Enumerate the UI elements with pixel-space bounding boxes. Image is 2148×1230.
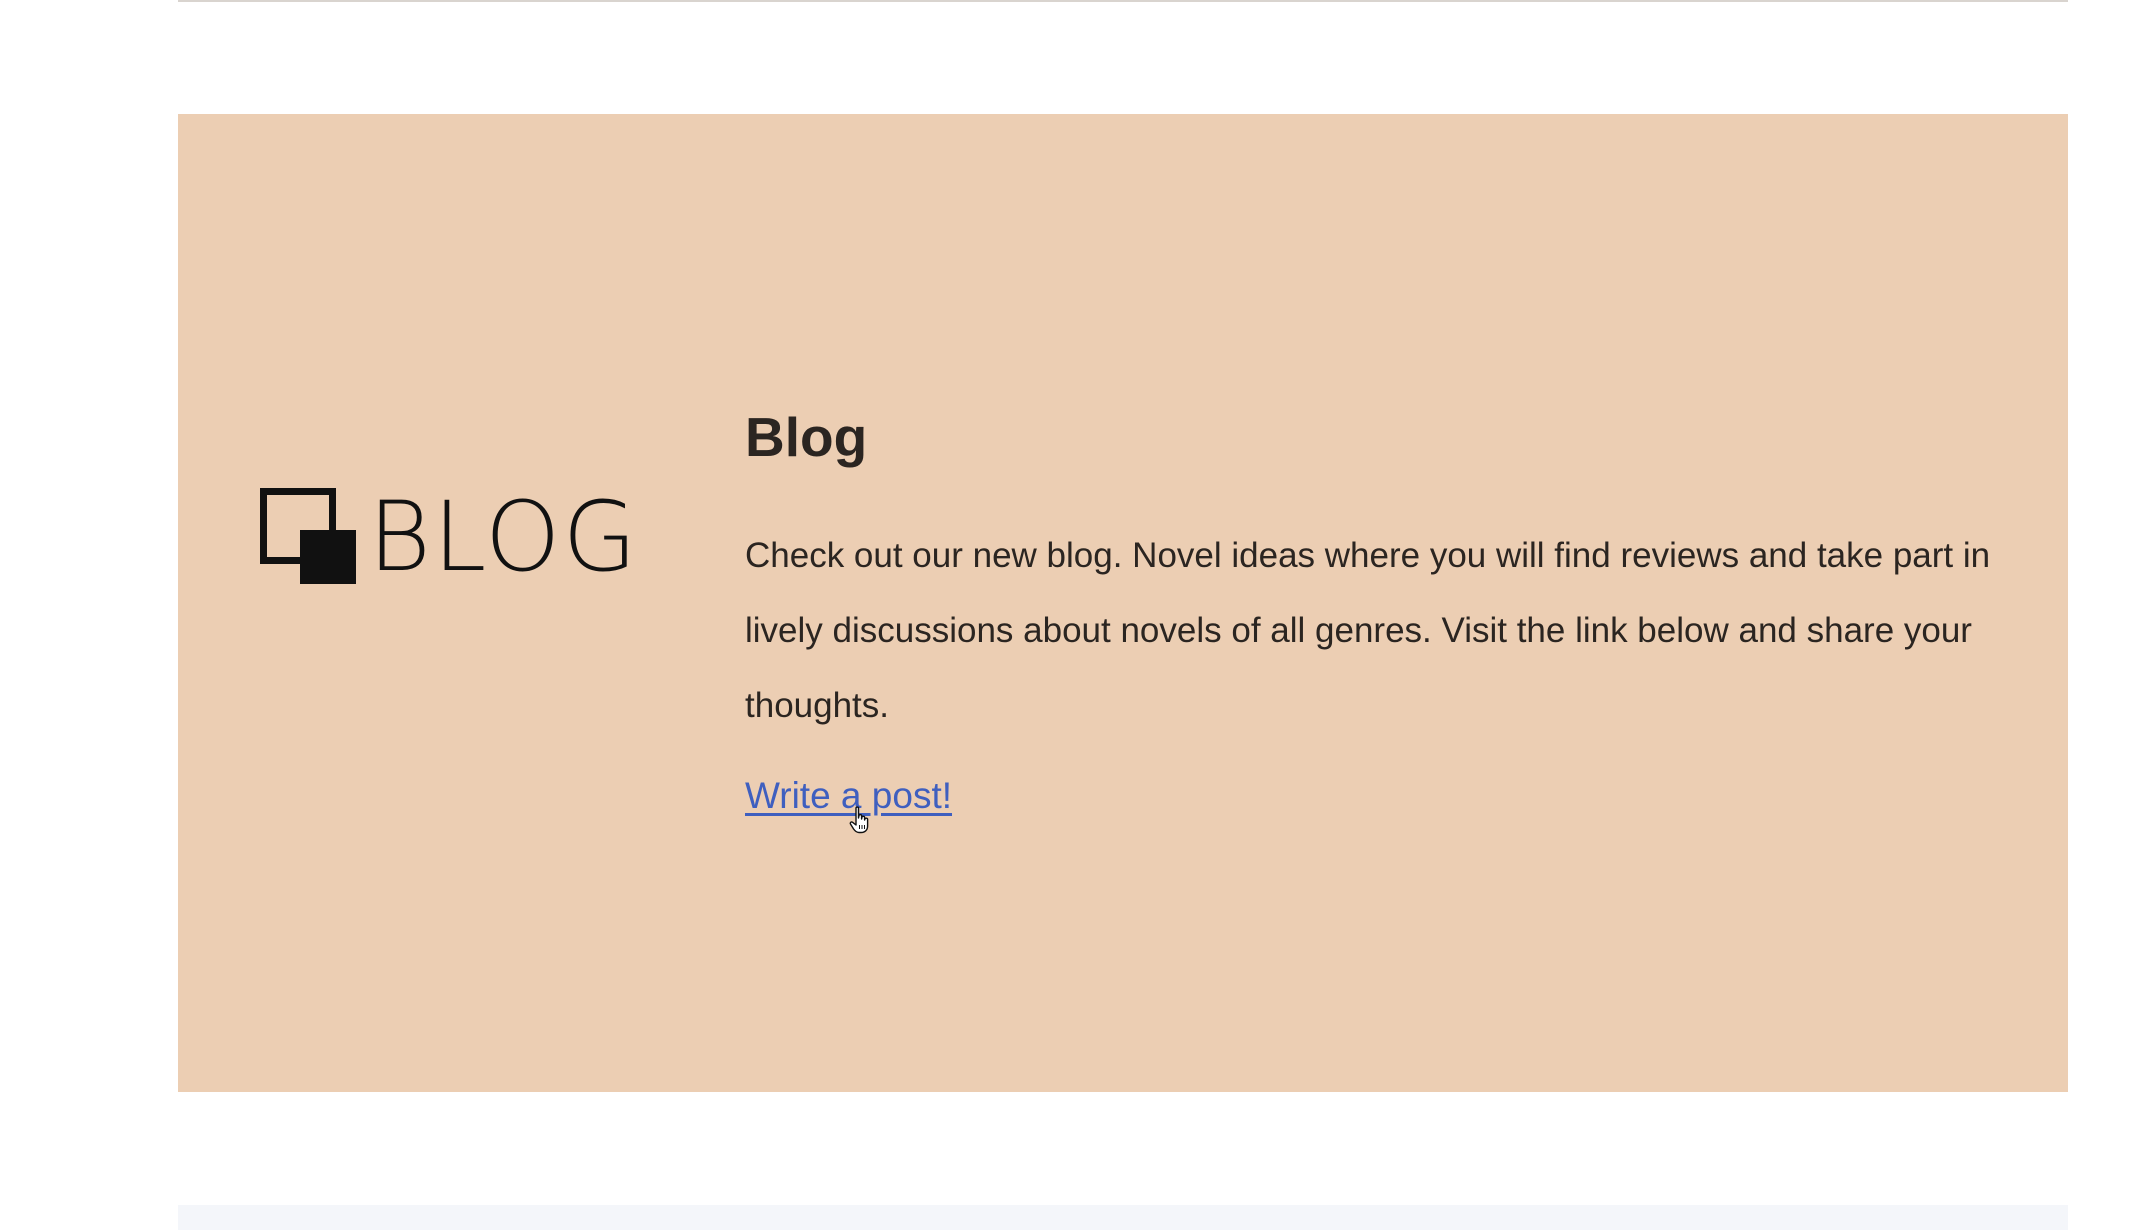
blog-description: Check out our new blog. Novel ideas wher…	[745, 536, 1991, 725]
blog-title: Blog	[745, 406, 868, 468]
blog-logo-text: BLOG	[368, 481, 639, 593]
next-section-edge	[178, 1205, 2068, 1230]
top-divider	[178, 0, 2068, 2]
overlapping-squares-icon	[260, 488, 358, 586]
hand-pointer-icon	[849, 806, 869, 834]
page: BLOG Blog Check out our new blog. Novel …	[0, 0, 2148, 1230]
blog-section: BLOG Blog Check out our new blog. Novel …	[178, 114, 2068, 1092]
blog-logo: BLOG	[260, 487, 637, 587]
blog-content: Blog Check out our new blog. Novel ideas…	[745, 404, 2025, 817]
